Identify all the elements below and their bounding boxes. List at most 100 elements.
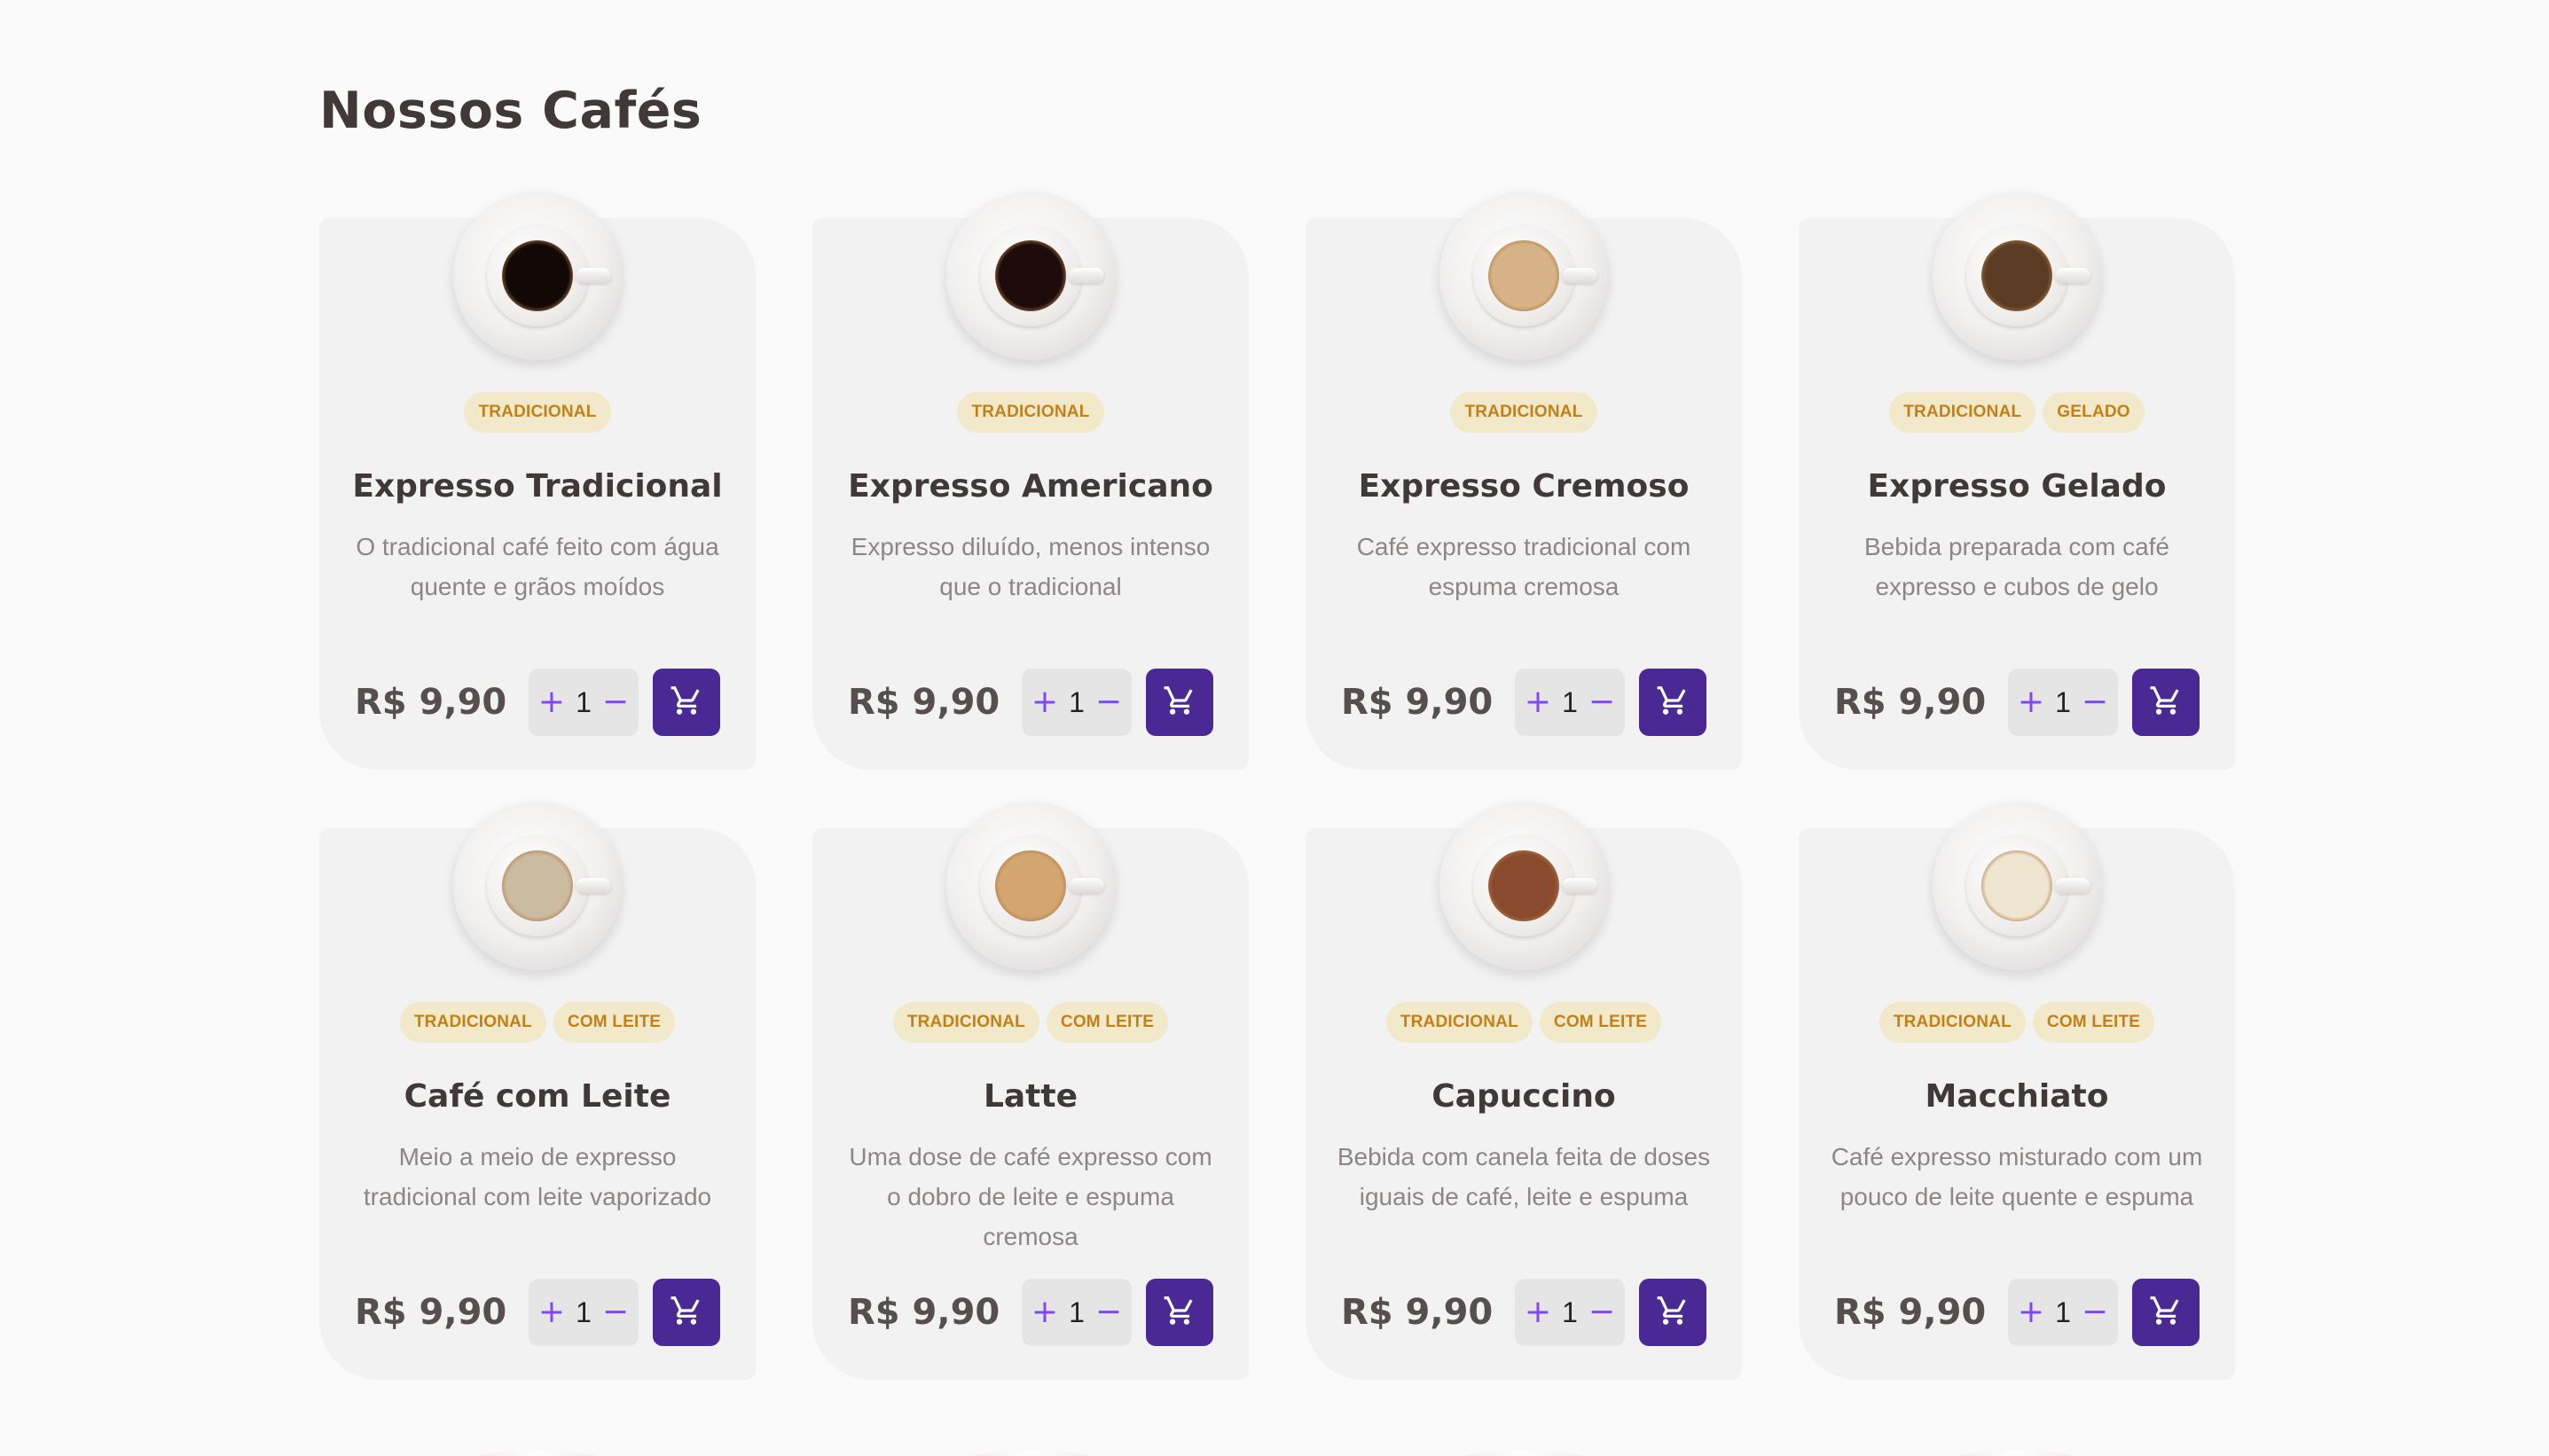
decrease-button[interactable]: − (1095, 686, 1122, 718)
increase-button[interactable]: + (1525, 686, 1551, 718)
coffee-name: Latte (983, 1078, 1078, 1115)
shopping-cart-icon (1163, 1294, 1196, 1332)
tag-badge: Tradicional (1385, 1002, 1533, 1043)
tag-badge: Tradicional (1450, 392, 1597, 433)
quantity-stepper: + 1 − (2008, 669, 2118, 736)
increase-button[interactable]: + (538, 1296, 565, 1328)
latte-cup-icon (946, 802, 1115, 970)
add-to-cart-button[interactable] (1639, 1279, 1706, 1346)
coffee-card: Tradicional Expresso Tradicional O tradi… (319, 192, 756, 770)
tag-badge: Tradicional (464, 392, 611, 433)
coffee-description: Uma dose de café expresso com o dobro de… (849, 1143, 1212, 1250)
tag-badge: Tradicional (1889, 392, 2036, 433)
increase-button[interactable]: + (538, 686, 565, 718)
buy-row: R$ 9,90 + 1 − (1834, 669, 2200, 736)
coffee-image-peek (946, 1451, 1115, 1456)
decrease-button[interactable]: − (2082, 686, 2108, 718)
tag-list: Tradicional Com leite (1799, 1002, 2235, 1043)
coffee-price: R$ 9,90 (1834, 682, 1987, 723)
decrease-button[interactable]: − (602, 1296, 629, 1328)
quantity-value: 1 (2055, 685, 2071, 718)
decrease-button[interactable]: − (1588, 686, 1615, 718)
tag-badge: Tradicional (957, 392, 1104, 433)
tag-badge: Com leite (1539, 1002, 1662, 1043)
coffee-grid: Tradicional Expresso Tradicional O tradi… (319, 192, 2235, 1380)
coffee-card: Tradicional Com leite Capuccino Bebida co… (1306, 802, 1742, 1380)
tag-badge: Com leite (553, 1002, 676, 1043)
increase-button[interactable]: + (2018, 686, 2044, 718)
buy-row: R$ 9,90 + 1 − (848, 1279, 1213, 1346)
quantity-stepper: + 1 − (1022, 1279, 1132, 1346)
shopping-cart-icon (1656, 1294, 1690, 1332)
decrease-button[interactable]: − (1588, 1296, 1615, 1328)
tag-badge: Com leite (1046, 1002, 1169, 1043)
tag-list: Tradicional (319, 392, 756, 433)
coffee-description: Bebida com canela feita de doses iguais … (1337, 1143, 1711, 1210)
shopping-cart-icon (2149, 1294, 2183, 1332)
buy-row: R$ 9,90 + 1 − (355, 1279, 720, 1346)
decrease-button[interactable]: − (602, 686, 629, 718)
quantity-stepper: + 1 − (529, 669, 639, 736)
tag-list: Tradicional (1306, 392, 1742, 433)
increase-button[interactable]: + (1031, 686, 1058, 718)
coffee-description: Meio a meio de expresso tradicional com … (363, 1143, 712, 1210)
add-to-cart-button[interactable] (2132, 1279, 2200, 1346)
coffee-description: Bebida preparada com café expresso e cub… (1864, 533, 2169, 600)
add-to-cart-button[interactable] (1146, 669, 1213, 736)
coffee-image-peek (1439, 1451, 1608, 1456)
espresso-cup-icon (453, 192, 622, 360)
increase-button[interactable]: + (1031, 1296, 1058, 1328)
coffee-price: R$ 9,90 (1341, 682, 1494, 723)
next-row-peek (0, 1451, 2549, 1456)
coffee-name: Capuccino (1431, 1078, 1616, 1115)
coffee-price: R$ 9,90 (355, 1292, 507, 1333)
add-to-cart-button[interactable] (1146, 1279, 1213, 1346)
decrease-button[interactable]: − (2082, 1296, 2108, 1328)
add-to-cart-button[interactable] (2132, 669, 2200, 736)
cremoso-cup-icon (1439, 192, 1608, 360)
tag-list: Tradicional Gelado (1799, 392, 2235, 433)
coffee-description: Expresso diluído, menos intenso que o tr… (851, 533, 1211, 600)
quantity-stepper: + 1 − (1022, 669, 1132, 736)
buy-row: R$ 9,90 + 1 − (1341, 1279, 1706, 1346)
tag-badge: Com leite (2032, 1002, 2155, 1043)
tag-badge: Tradicional (892, 1002, 1039, 1043)
coffee-price: R$ 9,90 (848, 1292, 1000, 1333)
tag-list: Tradicional Com leite (812, 1002, 1249, 1043)
shopping-cart-icon (670, 684, 703, 722)
coffee-card: Tradicional Com leite Macchiato Café expr… (1799, 802, 2235, 1380)
decrease-button[interactable]: − (1095, 1296, 1122, 1328)
quantity-stepper: + 1 − (529, 1279, 639, 1346)
tag-badge: Tradicional (1878, 1002, 2026, 1043)
coffee-card: Tradicional Gelado Expresso Gelado Bebida… (1799, 192, 2235, 770)
coffee-name: Expresso Americano (848, 468, 1213, 505)
quantity-value: 1 (1069, 685, 1085, 718)
quantity-stepper: + 1 − (2008, 1279, 2118, 1346)
coffee-price: R$ 9,90 (848, 682, 1000, 723)
quantity-stepper: + 1 − (1515, 669, 1625, 736)
quantity-value: 1 (576, 1296, 592, 1328)
coffee-name: Macchiato (1925, 1078, 2109, 1115)
coffee-name: Expresso Gelado (1867, 468, 2167, 505)
shopping-cart-icon (670, 1294, 703, 1332)
page-title: Nossos Cafés (319, 82, 702, 140)
macchiato-cup-icon (1933, 802, 2101, 970)
increase-button[interactable]: + (2018, 1296, 2044, 1328)
coffee-image-peek (1933, 1451, 2101, 1456)
iced-coffee-cup-icon (1933, 192, 2101, 360)
add-to-cart-button[interactable] (653, 1279, 720, 1346)
buy-row: R$ 9,90 + 1 − (1834, 1279, 2200, 1346)
tag-list: Tradicional Com leite (1306, 1002, 1742, 1043)
add-to-cart-button[interactable] (1639, 669, 1706, 736)
coffee-description: Café expresso misturado com um pouco de … (1831, 1143, 2203, 1210)
coffee-price: R$ 9,90 (355, 682, 507, 723)
add-to-cart-button[interactable] (653, 669, 720, 736)
increase-button[interactable]: + (1525, 1296, 1551, 1328)
shopping-cart-icon (1163, 684, 1196, 722)
coffee-price: R$ 9,90 (1341, 1292, 1494, 1333)
coffee-description: O tradicional café feito com água quente… (356, 533, 719, 600)
coffee-card: Tradicional Expresso Cremoso Café expres… (1306, 192, 1742, 770)
buy-row: R$ 9,90 + 1 − (1341, 669, 1706, 736)
americano-cup-icon (946, 192, 1115, 360)
quantity-stepper: + 1 − (1515, 1279, 1625, 1346)
